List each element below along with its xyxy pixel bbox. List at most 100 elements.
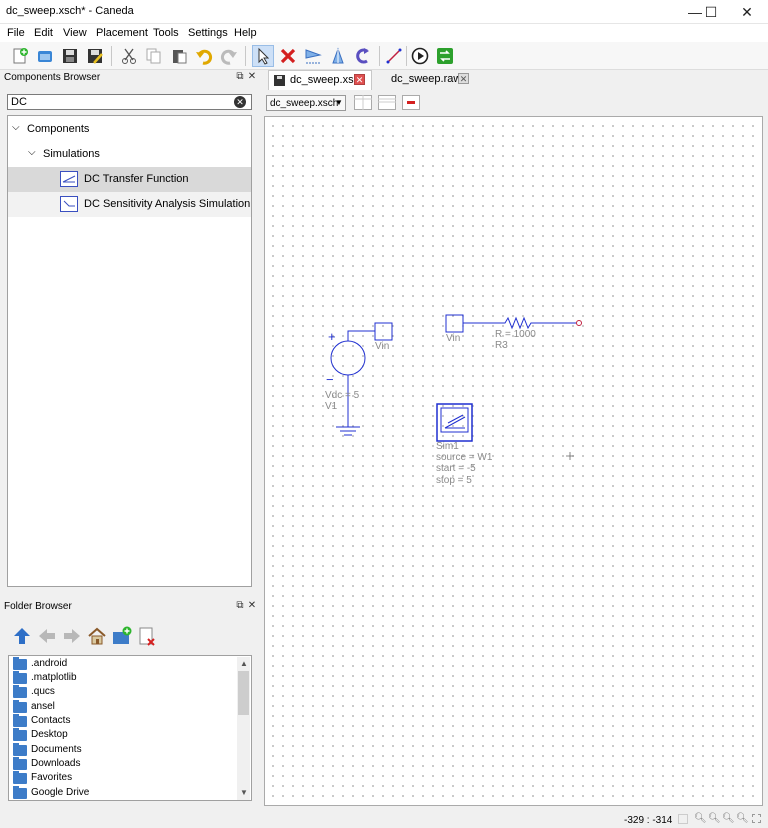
rotate-icon[interactable]	[352, 45, 374, 67]
close-view-icon[interactable]	[402, 95, 420, 113]
list-item[interactable]: Google Drive	[11, 786, 236, 800]
menu-view[interactable]: View	[63, 27, 87, 39]
new-file-icon[interactable]	[9, 45, 31, 67]
split-vertical-icon[interactable]	[378, 95, 396, 113]
tree-item-label: DC Transfer Function	[84, 173, 189, 185]
menu-file[interactable]: File	[7, 27, 25, 39]
tree-item-label: Simulations	[43, 148, 100, 160]
scroll-down-icon[interactable]: ▼	[240, 788, 248, 797]
zoom-area-icon[interactable]	[752, 814, 761, 823]
redo-icon[interactable]	[218, 45, 240, 67]
paste-icon[interactable]	[168, 45, 190, 67]
folder-name: Google Drive	[31, 787, 90, 798]
list-item[interactable]: Downloads	[11, 757, 236, 771]
save-all-icon[interactable]	[84, 45, 106, 67]
tab-dc-sweep-xsch[interactable]: dc_sweep.xsch ✕	[268, 70, 372, 90]
list-item[interactable]: ansel	[11, 700, 236, 714]
list-item[interactable]: .qucs	[11, 685, 236, 699]
folder-icon	[13, 714, 27, 727]
minus-terminal-label: −	[326, 372, 334, 387]
folder-up-icon[interactable]	[12, 626, 32, 649]
clear-search-icon[interactable]: ✕	[234, 96, 246, 108]
menu-edit[interactable]: Edit	[34, 27, 53, 39]
folder-list: .android .matplotlib .qucs ansel Contact…	[8, 655, 252, 801]
folder-list-scrollbar[interactable]: ▲ ▼	[237, 657, 250, 800]
mirror-x-icon[interactable]	[302, 45, 324, 67]
tree-item-dc-sensitivity[interactable]: DC Sensitivity Analysis Simulation	[8, 192, 251, 217]
folder-name: Contacts	[31, 715, 71, 726]
list-item[interactable]: Favorites	[11, 771, 236, 785]
tab-label: dc_sweep.raw	[391, 73, 462, 85]
menu-tools[interactable]: Tools	[153, 27, 179, 39]
folder-icon	[13, 671, 27, 684]
menu-settings[interactable]: Settings	[188, 27, 228, 39]
mirror-y-icon[interactable]	[327, 45, 349, 67]
window-title: dc_sweep.xsch* - Caneda	[6, 5, 134, 17]
chevron-down-icon[interactable]: ⌵	[12, 122, 20, 133]
delete-file-icon[interactable]	[137, 626, 157, 649]
open-file-icon[interactable]	[34, 45, 56, 67]
zoom-fit-icon[interactable]: 🔍︎	[694, 813, 707, 824]
list-item[interactable]: .android	[11, 657, 236, 671]
folder-forward-icon[interactable]	[62, 626, 82, 649]
sim-start: start = -5	[436, 463, 476, 474]
home-icon[interactable]	[87, 626, 107, 649]
maximize-icon: ☐	[704, 3, 718, 20]
schematic-drawing	[330, 314, 582, 460]
undo-icon[interactable]	[193, 45, 215, 67]
tree-item-components[interactable]: ⌵ Components	[8, 117, 251, 142]
copy-icon[interactable]	[143, 45, 165, 67]
split-horizontal-icon[interactable]	[354, 95, 372, 113]
list-item[interactable]: .matplotlib	[11, 671, 236, 685]
sim-name: Sim1	[436, 441, 459, 452]
node-dot	[576, 320, 582, 326]
component-search-input[interactable]	[7, 94, 252, 110]
list-item[interactable]: Contacts	[11, 714, 236, 728]
document-select[interactable]: dc_sweep.xsch ▼	[266, 95, 346, 111]
folder-icon	[13, 700, 27, 713]
zoom-out-icon[interactable]: 🔍︎	[722, 813, 735, 824]
chevron-down-icon[interactable]: ⌵	[28, 147, 36, 158]
close-button[interactable]: ✕	[732, 0, 762, 24]
tab-dc-sweep-raw[interactable]: dc_sweep.raw ✕	[374, 70, 474, 90]
snap-grid-icon[interactable]	[678, 814, 688, 824]
components-browser-title: Components Browser	[4, 72, 101, 83]
tab-close-icon[interactable]: ✕	[458, 73, 469, 84]
scrollbar-thumb[interactable]	[238, 671, 249, 715]
tree-item-dc-transfer-function[interactable]: DC Transfer Function	[8, 167, 251, 192]
new-folder-icon[interactable]	[112, 626, 132, 649]
close-icon: ✕	[741, 3, 753, 20]
wire-icon[interactable]	[383, 45, 405, 67]
simulate-icon[interactable]	[409, 45, 431, 67]
chevron-down-icon: ▼	[335, 98, 343, 107]
port-right-label: Vin	[446, 333, 461, 344]
scroll-up-icon[interactable]: ▲	[240, 659, 248, 668]
ground-symbol	[336, 426, 360, 436]
tree-item-simulations[interactable]: ⌵ Simulations	[8, 142, 251, 167]
folder-name: Documents	[31, 744, 82, 755]
list-item[interactable]: Documents	[11, 743, 236, 757]
cut-icon[interactable]	[118, 45, 140, 67]
port-left-label: Vin	[375, 341, 390, 352]
cursor-coordinates: -329 : -314	[624, 815, 673, 826]
menu-help[interactable]: Help	[234, 27, 257, 39]
float-dock-icon[interactable]: ⧉	[234, 71, 246, 83]
menu-bar: File Edit View Placement Tools Settings …	[0, 24, 768, 42]
folder-icon	[13, 728, 27, 741]
folder-back-icon[interactable]	[37, 626, 57, 649]
tab-close-icon[interactable]: ✕	[354, 74, 365, 85]
close-dock-icon[interactable]: ✕	[246, 71, 258, 83]
menu-placement[interactable]: Placement	[96, 27, 148, 39]
list-item[interactable]: Desktop	[11, 728, 236, 742]
delete-icon[interactable]	[277, 45, 299, 67]
zoom-in-icon[interactable]: 🔍︎	[708, 813, 721, 824]
float-dock-icon[interactable]: ⧉	[234, 600, 246, 612]
select-icon[interactable]	[252, 45, 274, 67]
save-icon[interactable]	[59, 45, 81, 67]
close-dock-icon[interactable]: ✕	[246, 600, 258, 612]
open-results-icon[interactable]	[434, 45, 456, 67]
zoom-original-icon[interactable]: 🔍︎	[736, 813, 749, 824]
folder-name: .qucs	[31, 686, 55, 697]
maximize-button[interactable]: ☐	[696, 0, 726, 24]
schematic-canvas[interactable]: + − Vin Vin R = 1000 R3 Vdc = 5 V1 Sim1 …	[264, 116, 763, 806]
